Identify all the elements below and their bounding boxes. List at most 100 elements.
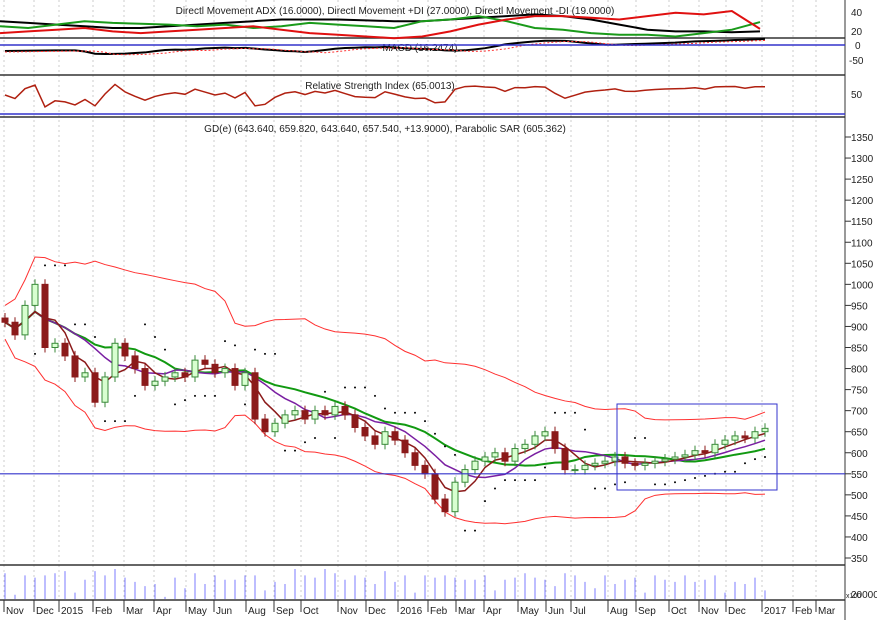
sar-dot (404, 411, 406, 414)
sar-dot (454, 453, 456, 456)
sar-dot (344, 386, 346, 389)
sar-dot (464, 529, 466, 532)
candle-body (761, 427, 769, 433)
price-tick-label: 800 (851, 365, 868, 376)
candle-body (571, 469, 579, 472)
price-tick-label: 1200 (851, 196, 874, 207)
price-tick-label: 650 (851, 428, 868, 439)
sar-dot (764, 455, 766, 458)
price-tick-label: 950 (851, 301, 868, 312)
candle-body (201, 359, 209, 365)
sar-dot (314, 437, 316, 440)
price-tick-label: 900 (851, 322, 868, 333)
candle-body (721, 439, 729, 445)
candle-body (361, 426, 369, 437)
sar-dot (624, 481, 626, 484)
x-tick-label: Sep (638, 606, 656, 617)
sar-dot (564, 411, 566, 414)
candle-body (551, 431, 559, 450)
candle-body (341, 405, 349, 416)
price-tick-label: 750 (851, 386, 868, 397)
candle-body (461, 469, 469, 483)
x-tick-label: Nov (6, 606, 24, 617)
sar-dot (54, 264, 56, 267)
candle-body (471, 460, 479, 471)
candle-body (141, 368, 149, 386)
x-tick-label: Mar (818, 606, 836, 617)
sar-dot (524, 479, 526, 482)
candle-body (171, 372, 179, 378)
sar-dot (294, 449, 296, 452)
candle-body (711, 443, 719, 454)
sar-dot (644, 437, 646, 440)
sar-dot (284, 449, 286, 452)
x-tick-label: Dec (36, 606, 54, 617)
candle-body (381, 431, 389, 445)
sar-dot (254, 348, 256, 351)
x-tick-label: 2015 (61, 606, 84, 617)
sar-dot (444, 445, 446, 448)
price-tick-label: 1300 (851, 154, 874, 165)
candle-body (231, 368, 239, 386)
sar-dot (174, 403, 176, 406)
candle-body (421, 464, 429, 475)
candle-body (191, 359, 199, 378)
candle-body (41, 283, 49, 349)
candle-body (651, 460, 659, 464)
candle-body (61, 342, 69, 357)
candle-body (561, 448, 569, 471)
candle-body (601, 460, 609, 464)
candle-body (491, 452, 499, 458)
volume-unit: x100 (846, 593, 861, 600)
sar-dot (104, 420, 106, 423)
sar-dot (214, 394, 216, 397)
sar-dot (244, 403, 246, 406)
x-tick-label: Aug (610, 606, 628, 617)
candle-body (291, 410, 299, 416)
dmi-plus-di-line (0, 15, 761, 38)
candle-body (661, 458, 669, 462)
sar-dot (134, 394, 136, 397)
macd-tick: -50 (849, 56, 864, 67)
x-tick-label: Apr (486, 606, 502, 617)
candle-body (111, 342, 119, 378)
x-tick-label: Aug (248, 606, 266, 617)
x-tick-label: Mar (458, 606, 476, 617)
candle-body (441, 498, 449, 513)
candle-body (521, 443, 529, 450)
price-tick-label: 550 (851, 470, 868, 481)
candle-body (631, 462, 639, 466)
candle-body (151, 380, 159, 386)
sar-dot (224, 340, 226, 343)
sar-dot (674, 481, 676, 484)
candle-body (21, 304, 29, 336)
price-tick-label: 1350 (851, 133, 874, 144)
candle-body (321, 410, 329, 416)
sar-dot (354, 386, 356, 389)
candle-body (211, 363, 219, 374)
candle-body (71, 355, 79, 378)
sar-dot (194, 394, 196, 397)
candle-body (311, 410, 319, 420)
x-tick-label: Apr (156, 606, 172, 617)
price-tick-label: 1150 (851, 217, 873, 228)
candle-body (181, 372, 189, 378)
price-tick-label: 1100 (851, 238, 873, 249)
sar-dot (334, 437, 336, 440)
x-tick-label: Sep (276, 606, 294, 617)
price-tick-label: 450 (851, 512, 868, 523)
candle-body (531, 435, 539, 445)
dmi-tick: 20 (851, 27, 863, 38)
sar-dot (34, 352, 36, 355)
candle-body (481, 456, 489, 462)
sar-dot (304, 441, 306, 444)
candle-body (51, 342, 59, 349)
sar-dot (414, 411, 416, 414)
price-title: GD(e) (643.640, 659.820, 643.640, 657.54… (204, 124, 566, 135)
chart-svg: Nov Dec 2015 Feb Mar Apr May Jun Aug Sep Oct Nov Dec… (0, 0, 877, 620)
sar-dot (594, 487, 596, 490)
candle-body (391, 431, 399, 441)
sar-dot (544, 466, 546, 469)
sar-dot (694, 477, 696, 480)
sar-dot (374, 394, 376, 397)
